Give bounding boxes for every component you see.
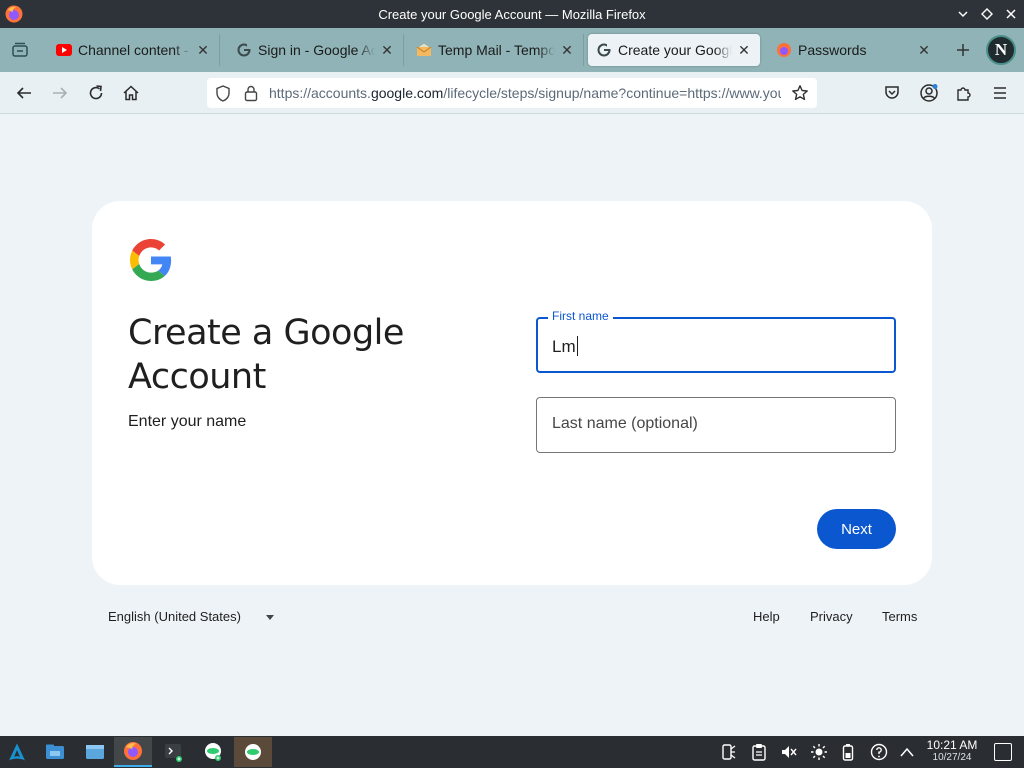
tab-title: Channel content - YouTube [78,42,191,58]
extensions-puzzle-icon[interactable] [952,81,976,105]
window-titlebar: Create your Google Account — Mozilla Fir… [0,0,1024,28]
taskbar-firefox-icon[interactable] [114,737,152,767]
pocket-icon[interactable] [880,81,904,105]
reload-button[interactable] [84,81,108,105]
close-tab-icon[interactable]: ✕ [916,42,932,58]
tab-title: Sign in - Google Accounts [258,42,375,58]
new-tab-button[interactable] [952,39,974,61]
close-tab-icon[interactable]: ✕ [195,42,211,58]
url-text[interactable]: https://accounts.google.com/lifecycle/st… [269,85,781,101]
app-green-icon[interactable] [194,737,232,767]
language-selector[interactable]: English (United States) [108,609,274,624]
app-green-active-icon[interactable] [234,737,272,767]
files-manager-icon[interactable] [36,737,74,767]
hamburger-menu-icon[interactable] [988,81,1012,105]
file-browser-icon[interactable] [76,737,114,767]
home-button[interactable] [119,81,143,105]
privacy-link[interactable]: Privacy [810,609,853,624]
google-icon [596,42,612,58]
tab-sign-in[interactable]: Sign in - Google Accounts ✕ [228,34,404,66]
youtube-icon [56,42,72,58]
clock-date: 10/27/24 [932,752,972,763]
text-cursor [576,336,578,356]
last-name-field[interactable]: Last name (optional) [536,397,896,453]
tab-title: Passwords [798,42,867,58]
google-icon [236,42,252,58]
language-label: English (United States) [108,609,241,624]
tab-create-account[interactable]: Create your Google Account ✕ [588,34,760,66]
terms-link[interactable]: Terms [882,609,917,624]
window-controls [956,0,1018,28]
tab-title: Temp Mail - Temporary Email [438,42,555,58]
terminal-icon[interactable] [154,737,192,767]
tab-title: Create your Google Account [618,42,732,58]
back-button[interactable] [12,81,36,105]
tab-temp-mail[interactable]: Temp Mail - Temporary Email ✕ [408,34,584,66]
envelope-icon [416,42,432,58]
tab-passwords[interactable]: Passwords ✕ [768,34,940,66]
kde-connect-icon[interactable] [719,743,737,761]
first-name-label: First name [548,309,613,323]
page-title: Create a Google Account [128,313,404,397]
last-name-placeholder[interactable]: Last name (optional) [552,415,698,433]
brightness-icon[interactable] [810,743,828,761]
help-icon[interactable] [870,743,888,761]
volume-muted-icon[interactable] [780,743,798,761]
minimize-button[interactable] [956,7,970,21]
firefox-icon [776,42,792,58]
page-subtitle: Enter your name [128,413,247,430]
maximize-button[interactable] [980,7,994,21]
show-desktop-icon[interactable] [994,743,1012,761]
google-logo-icon [130,239,172,281]
url-bar[interactable]: https://accounts.google.com/lifecycle/st… [207,78,817,108]
tray-expand-arrow-icon[interactable] [898,743,916,761]
lock-icon[interactable] [243,84,259,107]
first-name-field[interactable]: First name Lm [536,309,896,373]
clock-time: 10:21 AM [926,738,978,752]
first-name-value: Lm [552,337,576,356]
firefox-account-icon[interactable] [917,81,941,105]
signup-card: Create a Google Account Enter your name … [92,201,932,585]
first-name-input[interactable]: Lm [552,336,578,357]
tab-youtube[interactable]: Channel content - YouTube ✕ [48,34,220,66]
firefox-icon [4,4,24,24]
close-tab-icon[interactable]: ✕ [379,42,395,58]
forward-button[interactable] [48,81,72,105]
window-title: Create your Google Account — Mozilla Fir… [378,6,646,22]
dropdown-arrow-icon [266,615,274,620]
close-tab-icon[interactable]: ✕ [736,42,752,58]
close-window-button[interactable] [1004,7,1018,21]
firefox-view-button[interactable] [8,39,32,61]
web-page: Create a Google Account Enter your name … [0,115,1024,736]
battery-icon[interactable] [839,743,857,761]
account-avatar[interactable]: N [986,35,1016,65]
tab-bar: Channel content - YouTube ✕ Sign in - Go… [0,28,1024,72]
bookmark-star-icon[interactable] [791,84,809,107]
avatar-letter-icon: N [994,40,1008,59]
next-button[interactable]: Next [817,509,896,549]
close-tab-icon[interactable]: ✕ [559,42,575,58]
clipboard-icon[interactable] [750,743,768,761]
navigation-bar: https://accounts.google.com/lifecycle/st… [0,72,1024,114]
taskbar: 10:21 AM 10/27/24 [0,736,1024,768]
clock[interactable]: 10:21 AM 10/27/24 [922,739,982,764]
tracking-protection-shield-icon[interactable] [215,85,231,107]
application-launcher-icon[interactable] [0,737,34,767]
help-link[interactable]: Help [753,609,780,624]
